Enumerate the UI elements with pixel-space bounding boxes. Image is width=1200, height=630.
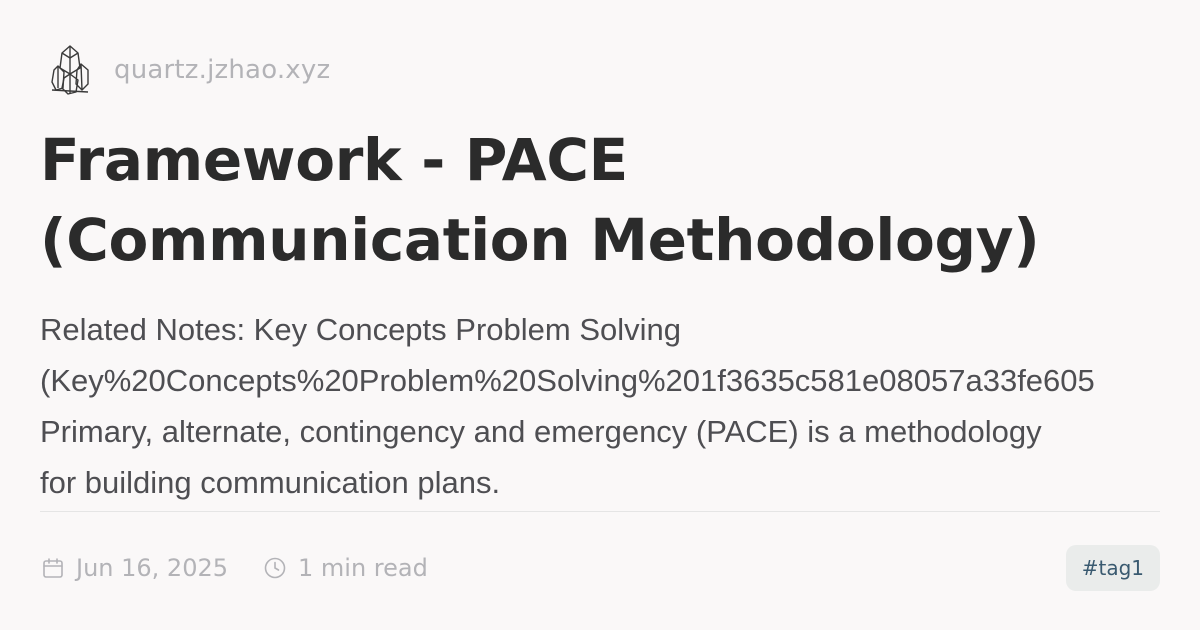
excerpt-line: Related Notes: Key Concepts Problem Solv… [40,312,681,347]
clock-icon [262,555,288,581]
excerpt-line: Primary, alternate, contingency and emer… [40,414,1042,449]
reading-time-text: 1 min read [298,554,428,582]
reading-time: 1 min read [262,554,428,582]
page-title-line: (Communication Methodology) [40,206,1040,274]
crystal-logo-icon [40,40,100,100]
site-url[interactable]: quartz.jzhao.xyz [114,55,330,85]
excerpt-line: for building communication plans. [40,465,501,500]
article-meta: Jun 16, 2025 1 min read [40,548,428,588]
page-title: Framework - PACE (Communication Methodol… [40,120,1160,280]
publish-date: Jun 16, 2025 [40,554,228,582]
divider [40,511,1160,512]
site-header: quartz.jzhao.xyz [40,40,330,100]
calendar-icon [40,555,66,581]
article-excerpt: Related Notes: Key Concepts Problem Solv… [40,304,1160,512]
excerpt-line: (Key%20Concepts%20Problem%20Solving%201f… [40,363,1095,398]
publish-date-text: Jun 16, 2025 [76,554,229,582]
og-card: quartz.jzhao.xyz Framework - PACE (Commu… [40,40,1160,591]
tag-badge[interactable]: #tag1 [1065,545,1160,591]
page-title-line: Framework - PACE [40,126,628,194]
